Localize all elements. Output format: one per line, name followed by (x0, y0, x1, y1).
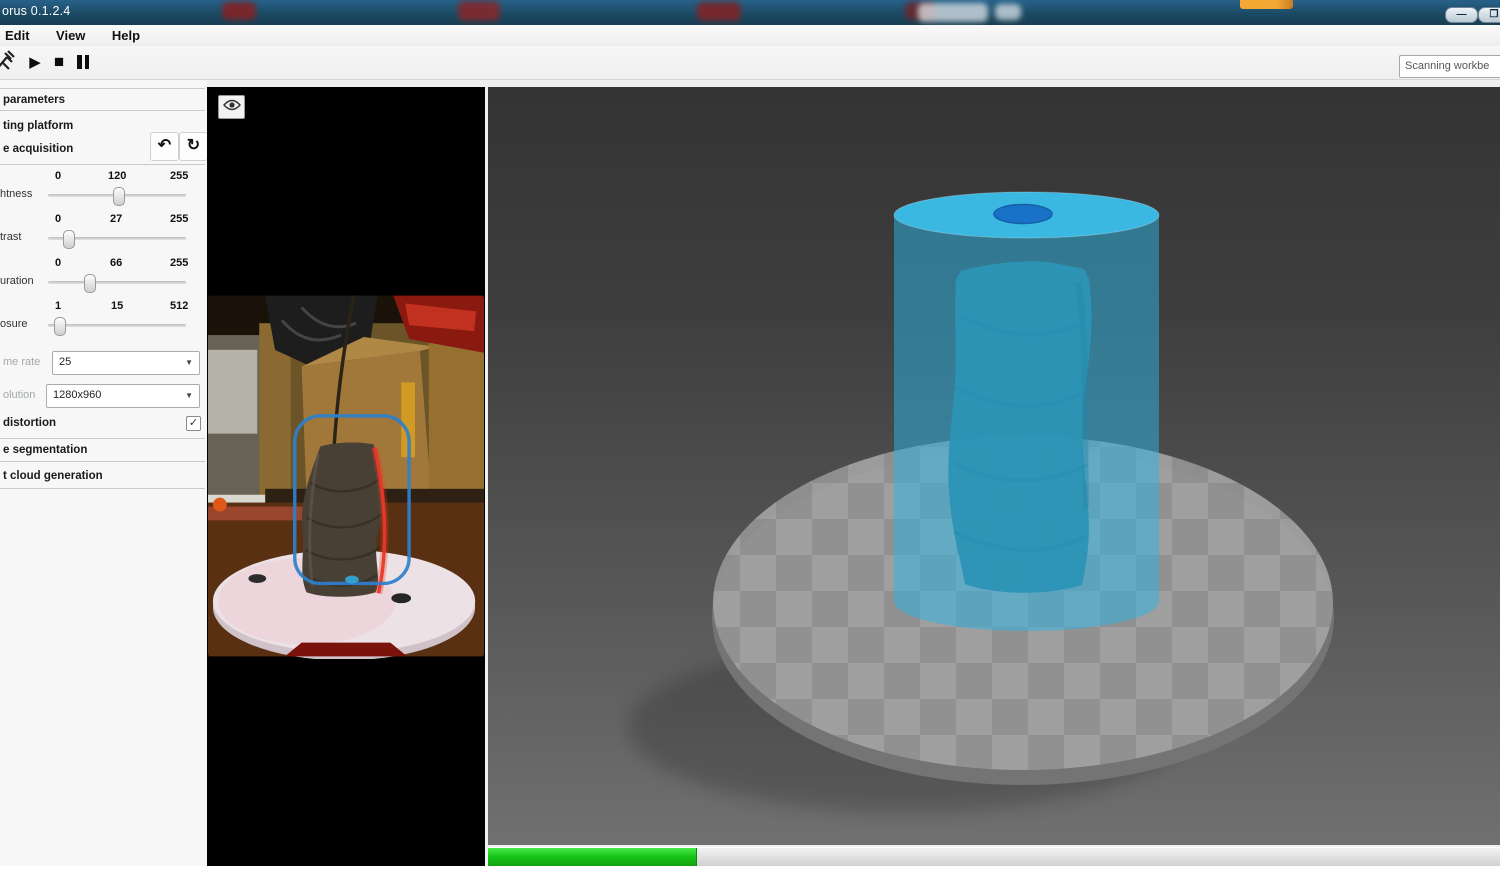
saturation-value: 66 (110, 257, 122, 269)
redo-icon: ↻ (187, 137, 200, 154)
distortion-label: distortion (3, 417, 56, 429)
exposure-slider[interactable] (48, 324, 186, 327)
background-orange-bar (1240, 0, 1293, 9)
workbench-selector[interactable]: Scanning workbe (1399, 55, 1500, 78)
menu-edit[interactable]: Edit (0, 25, 41, 43)
saturation-min: 0 (55, 257, 61, 269)
brightness-label: htness (0, 188, 32, 200)
background-blob (995, 4, 1021, 20)
pause-icon (77, 55, 82, 69)
scan-progress-fill (488, 848, 697, 867)
divider (0, 461, 205, 462)
menu-bar: Edit View Help (0, 25, 1500, 47)
section-header-rotating-platform[interactable]: ting platform (3, 120, 73, 132)
saturation-slider-thumb[interactable] (84, 274, 96, 293)
status-strip (0, 866, 1500, 873)
chevron-down-icon: ▼ (185, 352, 193, 373)
contrast-slider-thumb[interactable] (63, 230, 75, 249)
toolbar: ▶ ■ Scanning workbe (0, 46, 1500, 80)
stop-icon: ■ (54, 52, 64, 72)
redo-button[interactable]: ↻ (179, 132, 208, 161)
section-header-image-segmentation[interactable]: e segmentation (3, 444, 87, 456)
parameter-panel: parameters ting platform e acquisition ↶… (0, 80, 207, 866)
contrast-min: 0 (55, 213, 61, 225)
minimize-button[interactable]: — (1445, 7, 1478, 23)
main-content: parameters ting platform e acquisition ↶… (0, 80, 1500, 873)
window-title: orus 0.1.2.4 (2, 4, 70, 18)
connect-button[interactable] (0, 49, 19, 75)
background-blob (697, 2, 741, 21)
section-header-parameters[interactable]: parameters (3, 94, 65, 106)
pause-button[interactable] (70, 49, 96, 75)
contrast-value: 27 (110, 213, 122, 225)
exposure-value: 15 (111, 300, 123, 312)
divider (0, 488, 205, 489)
divider (0, 164, 205, 165)
play-button[interactable]: ▶ (22, 49, 48, 75)
brightness-max: 255 (170, 170, 188, 182)
brightness-value: 120 (108, 170, 126, 182)
section-header-image-acquisition[interactable]: e acquisition (3, 143, 73, 155)
brightness-slider[interactable] (48, 194, 186, 197)
exposure-label: osure (0, 318, 28, 330)
contrast-slider[interactable] (48, 237, 186, 240)
3d-scene (488, 87, 1500, 845)
scan-viewport-column (488, 87, 1500, 873)
background-blob (918, 3, 988, 22)
eye-icon (223, 98, 241, 116)
brightness-slider-thumb[interactable] (113, 187, 125, 206)
camera-preview-panel (207, 87, 485, 866)
divider (0, 88, 205, 89)
resolution-dropdown[interactable]: 1280x960 ▼ (46, 384, 200, 408)
background-blob (222, 2, 256, 20)
section-header-point-cloud-generation[interactable]: t cloud generation (3, 470, 103, 482)
contrast-label: trast (0, 231, 21, 243)
connect-icon (0, 49, 17, 75)
scan-progress-bar (488, 847, 1500, 867)
undo-icon: ↶ (158, 137, 171, 154)
camera-feed-image (208, 293, 484, 659)
exposure-min: 1 (55, 300, 61, 312)
stop-button[interactable]: ■ (46, 49, 72, 75)
menu-help[interactable]: Help (101, 25, 151, 43)
3d-viewport[interactable] (488, 87, 1500, 845)
exposure-slider-thumb[interactable] (54, 317, 66, 336)
frame-rate-dropdown[interactable]: 25 ▼ (52, 351, 200, 375)
brightness-min: 0 (55, 170, 61, 182)
divider (0, 438, 205, 439)
background-blob (458, 1, 500, 21)
saturation-max: 255 (170, 257, 188, 269)
toggle-view-button[interactable] (218, 95, 245, 119)
play-icon: ▶ (29, 53, 41, 71)
saturation-label: uration (0, 275, 34, 287)
frame-rate-label: me rate (3, 356, 40, 368)
contrast-max: 255 (170, 213, 188, 225)
menu-view[interactable]: View (45, 25, 96, 43)
frame-rate-value: 25 (59, 356, 71, 368)
distortion-checkbox[interactable]: ✓ (186, 416, 201, 431)
saturation-slider[interactable] (48, 281, 186, 284)
app-window: orus 0.1.2.4 — ❐ Edit View Help ▶ ■ Scan… (0, 0, 1500, 873)
divider (0, 110, 205, 111)
title-bar[interactable]: orus 0.1.2.4 — ❐ (0, 0, 1500, 26)
resolution-label: olution (3, 389, 35, 401)
resolution-value: 1280x960 (53, 389, 101, 401)
maximize-button[interactable]: ❐ (1478, 7, 1500, 23)
undo-button[interactable]: ↶ (150, 132, 179, 161)
chevron-down-icon: ▼ (185, 385, 193, 406)
exposure-max: 512 (170, 300, 188, 312)
